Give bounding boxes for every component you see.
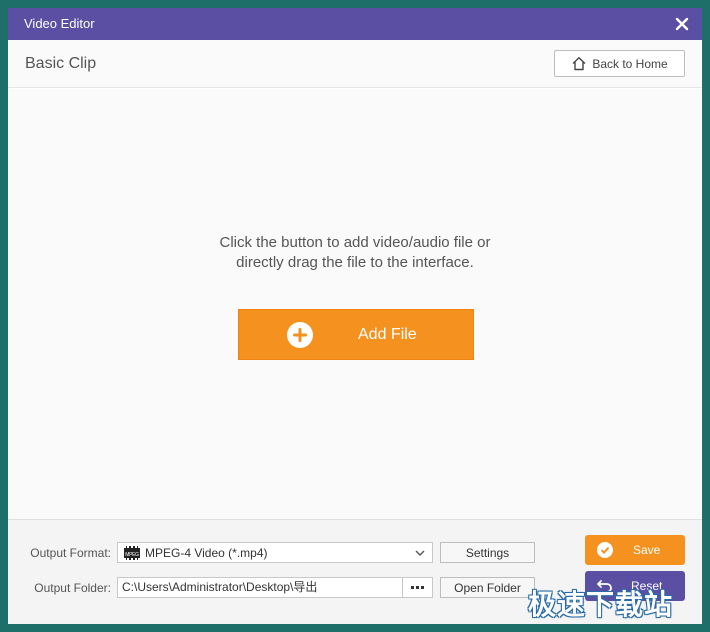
back-to-home-label: Back to Home <box>592 56 668 71</box>
more-dots-icon <box>421 586 424 589</box>
settings-button[interactable]: Settings <box>440 542 535 563</box>
page-title: Basic Clip <box>25 55 97 72</box>
output-folder-field[interactable]: C:\Users\Administrator\Desktop\导出 <box>117 577 403 598</box>
save-label: Save <box>633 543 661 557</box>
check-icon <box>597 542 613 558</box>
site-watermark: 极速下载站 <box>528 589 674 620</box>
open-folder-label: Open Folder <box>454 580 521 595</box>
window-title: Video Editor <box>24 16 95 31</box>
add-file-label: Add File <box>358 326 417 343</box>
video-format-icon: MPEG <box>124 545 140 560</box>
close-button[interactable] <box>672 14 692 34</box>
save-button[interactable]: Save <box>585 535 685 565</box>
drop-hint-line-2: directly drag the file to the interface. <box>236 254 474 271</box>
drop-hint: Click the button to add video/audio file… <box>8 233 702 273</box>
more-dots-icon <box>416 586 419 589</box>
more-dots-icon <box>411 586 414 589</box>
video-editor-window: Video Editor Basic Clip Back to Home Cli… <box>8 8 702 624</box>
chevron-down-icon <box>415 550 425 556</box>
page-header: Basic Clip Back to Home <box>8 40 702 88</box>
drop-area[interactable]: Click the button to add video/audio file… <box>8 89 702 519</box>
drop-hint-line-1: Click the button to add video/audio file… <box>219 234 491 251</box>
output-format-value: MPEG-4 Video (*.mp4) <box>145 545 268 560</box>
close-icon <box>675 17 689 31</box>
open-folder-button[interactable]: Open Folder <box>440 577 535 598</box>
home-icon <box>572 57 586 71</box>
title-bar: Video Editor <box>8 8 702 40</box>
output-format-label: Output Format: <box>30 546 111 560</box>
browse-folder-button[interactable] <box>402 577 433 598</box>
output-format-select[interactable]: MPEG MPEG-4 Video (*.mp4) <box>117 542 433 563</box>
settings-label: Settings <box>465 545 510 560</box>
add-file-button[interactable]: Add File <box>238 309 474 360</box>
plus-icon <box>287 322 313 348</box>
back-to-home-button[interactable]: Back to Home <box>554 50 685 77</box>
output-folder-label: Output Folder: <box>34 581 111 595</box>
